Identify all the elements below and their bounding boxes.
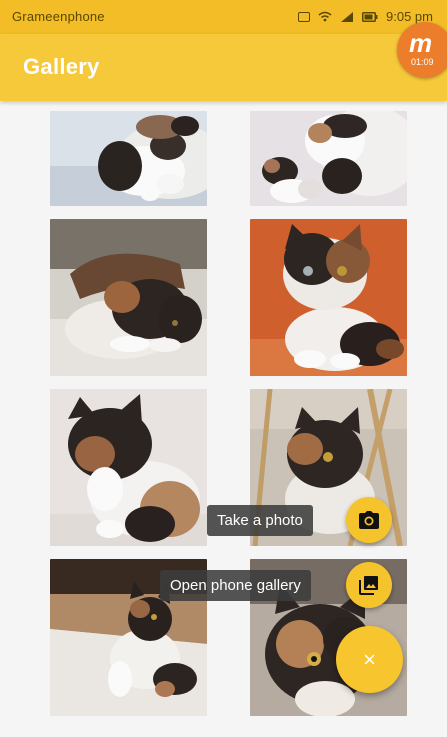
wifi-icon [318, 11, 332, 22]
open-gallery-label[interactable]: Open phone gallery [160, 570, 311, 601]
signal-icon [341, 12, 354, 22]
app-screen: Grameenphone 9:05 pm Gallery m 01:09 Tak… [0, 0, 447, 737]
take-photo-button[interactable] [346, 497, 392, 543]
notification-icon [298, 11, 311, 22]
take-photo-label[interactable]: Take a photo [207, 505, 313, 536]
close-icon: × [363, 647, 376, 672]
recorder-logo-letter: m [409, 28, 433, 58]
status-bar: Grameenphone 9:05 pm [0, 0, 447, 34]
carrier-name: Grameenphone [12, 9, 105, 24]
recorder-badge[interactable]: m 01:09 [397, 22, 447, 78]
app-bar: Gallery [0, 34, 447, 101]
recorder-timer: 01:09 [411, 57, 434, 67]
close-fab-button[interactable]: × [336, 626, 403, 693]
open-gallery-button[interactable] [346, 562, 392, 608]
battery-icon [362, 11, 378, 22]
status-icons: 9:05 pm [298, 9, 433, 24]
photo-library-icon [359, 576, 378, 595]
camera-icon [359, 511, 379, 529]
page-title: Gallery [23, 54, 100, 79]
